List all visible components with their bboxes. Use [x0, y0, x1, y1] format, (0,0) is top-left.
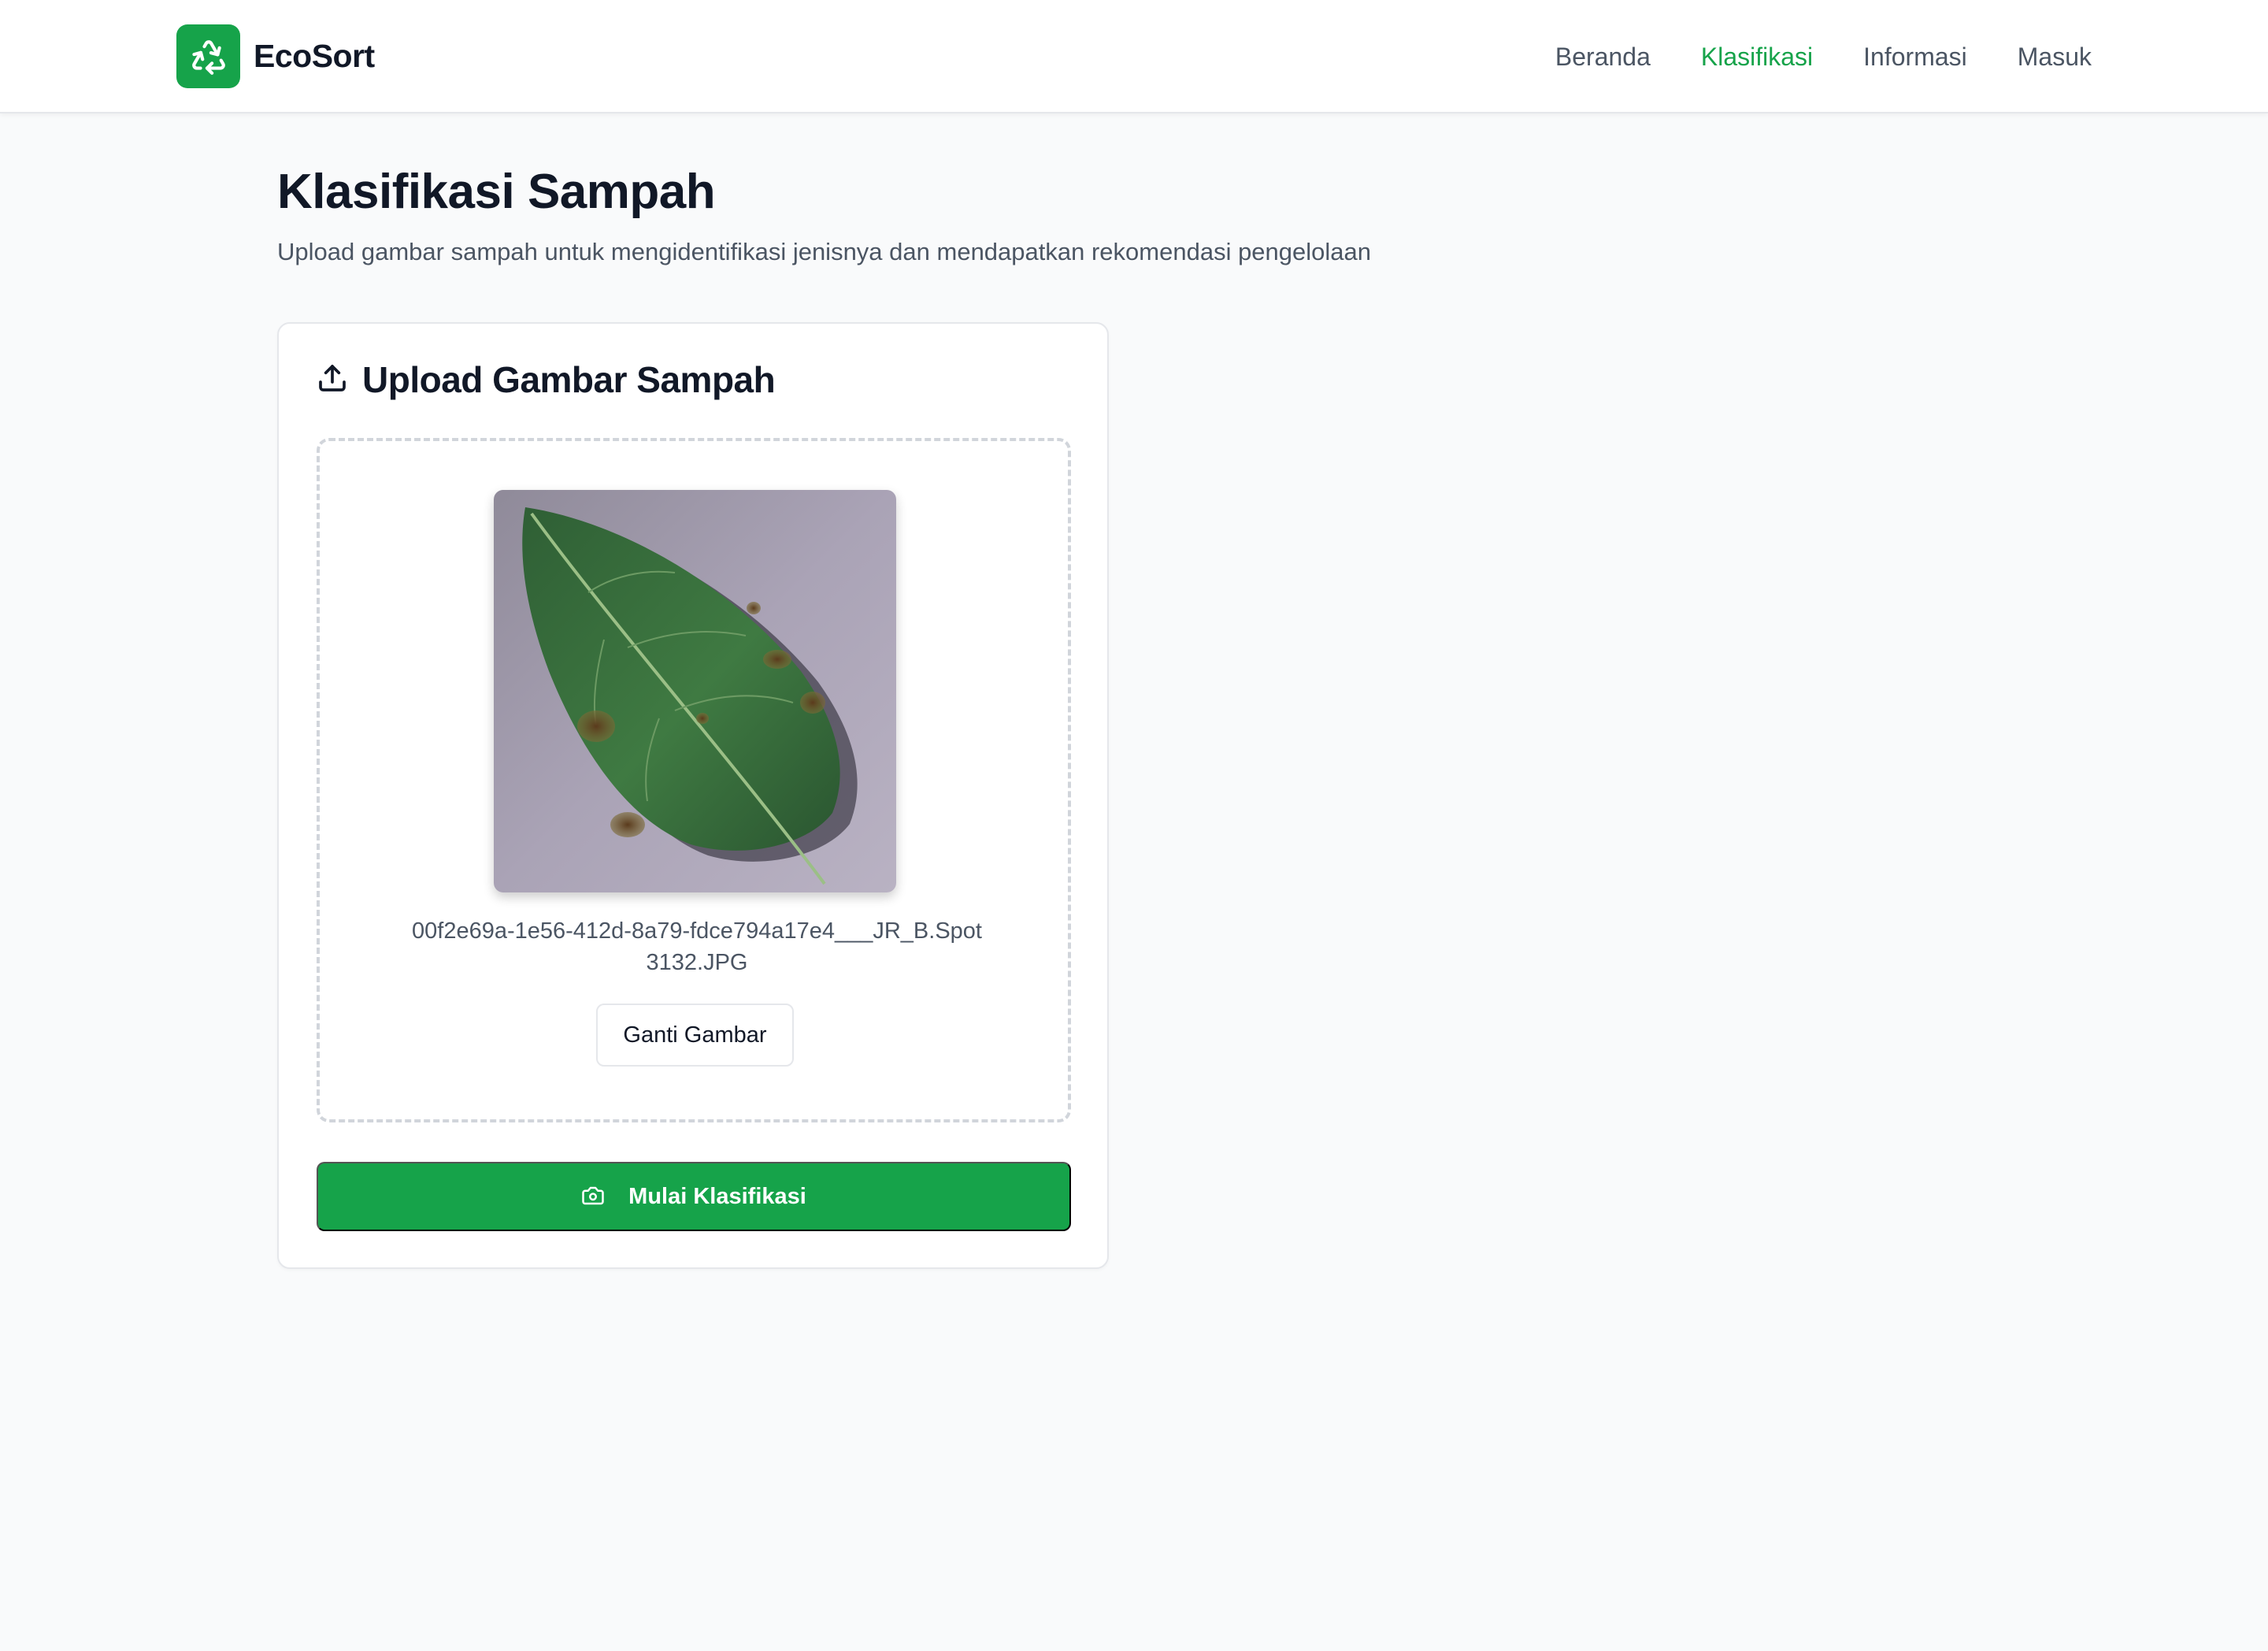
- nav-link-klasifikasi[interactable]: Klasifikasi: [1701, 41, 1813, 72]
- card-title: Upload Gambar Sampah: [362, 359, 776, 400]
- recycle-icon: [176, 24, 240, 88]
- image-preview: [494, 490, 896, 892]
- page-title: Klasifikasi Sampah: [277, 165, 716, 219]
- file-name-line-1: 00f2e69a-1e56-412d-8a79-fdce794a17e4___J…: [412, 918, 982, 944]
- brand[interactable]: EcoSort: [176, 24, 375, 88]
- nav-link-beranda[interactable]: Beranda: [1555, 41, 1651, 72]
- camera-icon: [581, 1184, 605, 1210]
- top-navbar: EcoSort Beranda Klasifikasi Informasi Ma…: [0, 0, 2268, 113]
- change-image-button[interactable]: Ganti Gambar: [596, 1004, 794, 1067]
- nav-link-informasi[interactable]: Informasi: [1863, 41, 1967, 72]
- nav-link-masuk[interactable]: Masuk: [2018, 41, 2092, 72]
- upload-icon: [317, 362, 348, 398]
- brand-name: EcoSort: [254, 38, 375, 74]
- upload-card: Upload Gambar Sampah 00f2e69a-1e56-412d-…: [277, 322, 1109, 1269]
- upload-dropzone[interactable]: 00f2e69a-1e56-412d-8a79-fdce794a17e4___J…: [317, 438, 1071, 1122]
- start-classification-label: Mulai Klasifikasi: [628, 1183, 806, 1209]
- page-subtitle: Upload gambar sampah untuk mengidentifik…: [277, 238, 1372, 265]
- file-name-line-2: 3132.JPG: [646, 950, 748, 975]
- file-name: 00f2e69a-1e56-412d-8a79-fdce794a17e4___J…: [383, 915, 1011, 978]
- start-classification-button[interactable]: Mulai Klasifikasi: [317, 1162, 1071, 1231]
- main-nav: Beranda Klasifikasi Informasi Masuk: [1505, 41, 2092, 72]
- card-header: Upload Gambar Sampah: [317, 358, 776, 401]
